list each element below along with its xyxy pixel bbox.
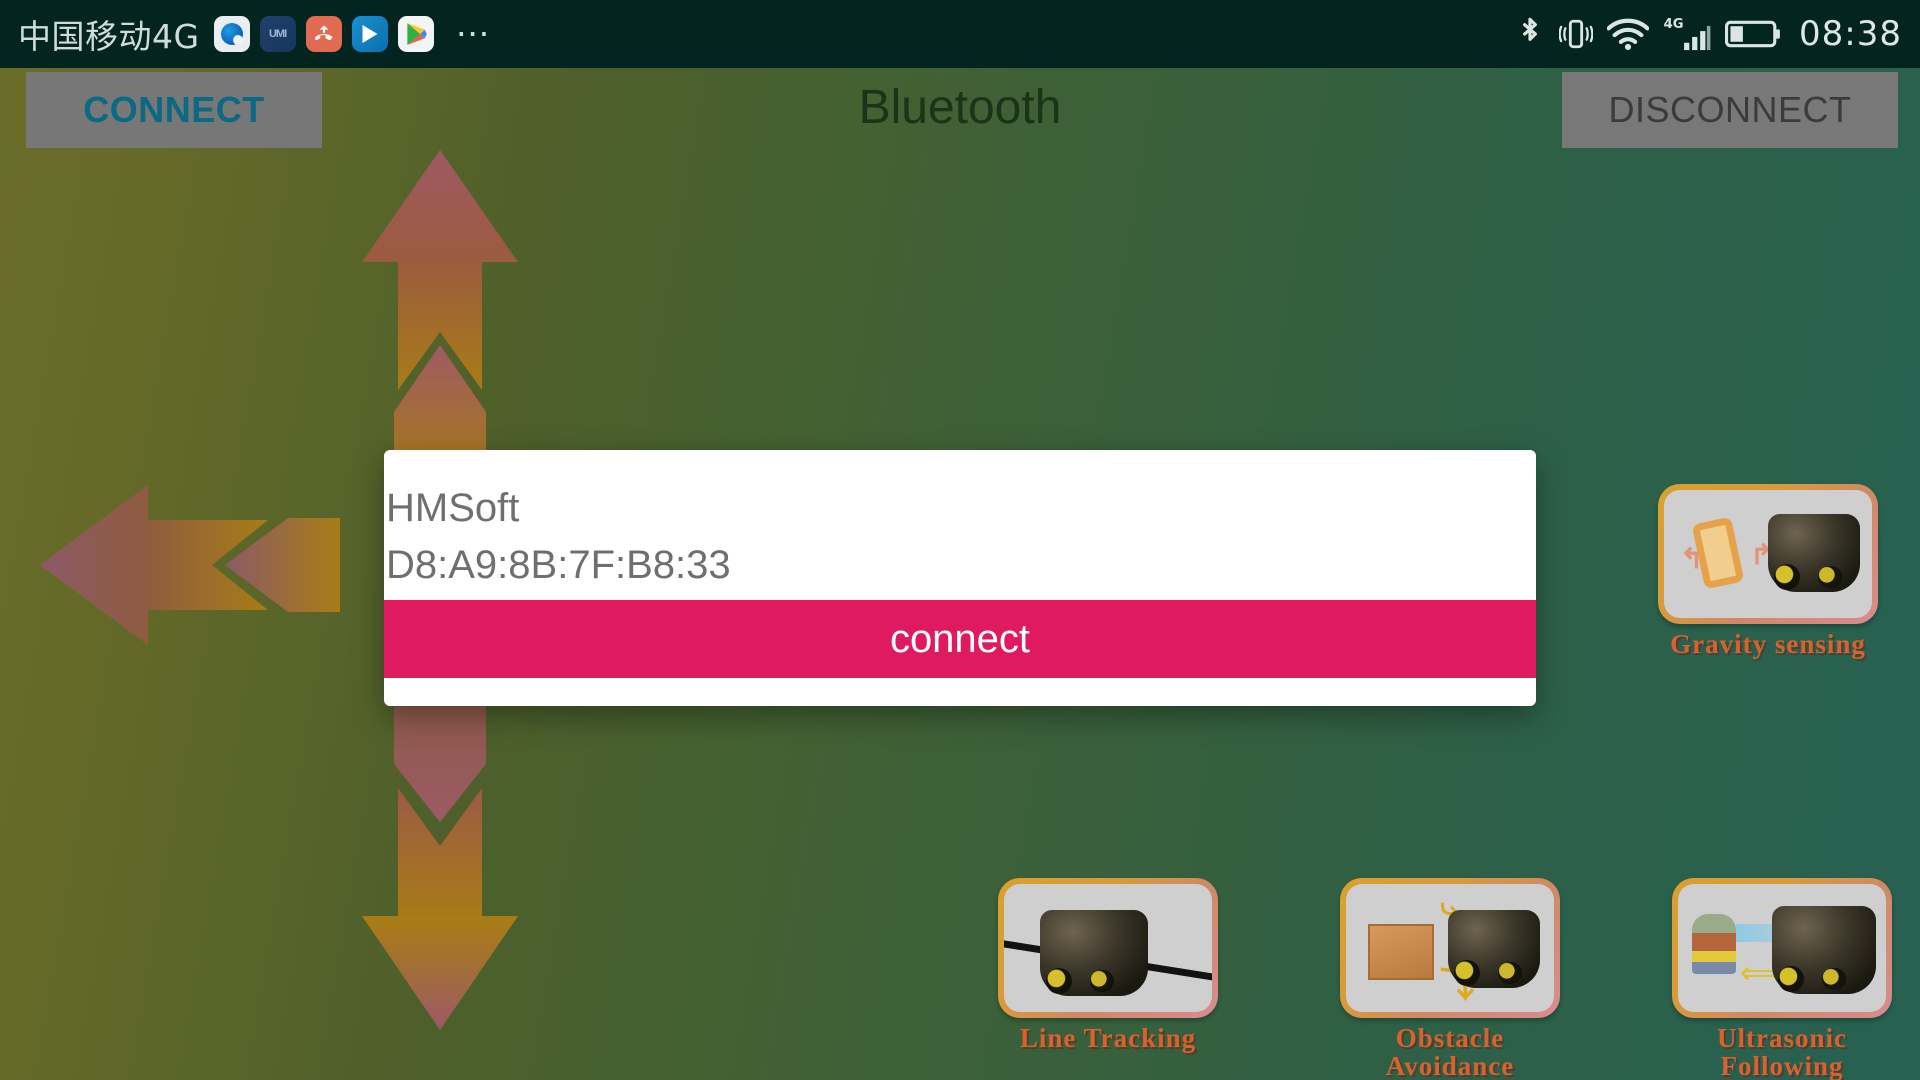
card-label-obstacle-2: Avoidance <box>1385 1051 1515 1080</box>
status-bar: 中国移动4G UMI ⋯ 4G 08:38 <box>0 0 1920 68</box>
card-label-ultra-1: Ultrasonic <box>1717 1023 1847 1053</box>
arrow-left-control[interactable] <box>40 480 340 650</box>
robot-icon <box>1772 906 1876 994</box>
card-label-gravity: Gravity sensing <box>1670 629 1866 659</box>
robot-icon <box>1040 910 1148 996</box>
browser-icon <box>213 16 250 52</box>
device-address-label: D8:A9:8B:7F:B8:33 <box>386 543 731 587</box>
card-obstacle-avoidance[interactable]: ⤷ ⤵ Obstacle Avoidance <box>1340 878 1560 1080</box>
card-label-ultra-2: Following <box>1720 1051 1844 1080</box>
missed-call-icon <box>305 16 342 52</box>
play-store-icon <box>397 16 434 52</box>
card-gravity-sensing[interactable]: ↰ ↱ Gravity sensing <box>1658 484 1878 658</box>
card-image: ⤷ ⤵ <box>1346 884 1554 1012</box>
card-label-line: Line Tracking <box>1019 1023 1197 1053</box>
card-image: ⟸ <box>1678 884 1886 1012</box>
video-player-icon <box>351 16 388 52</box>
box-icon <box>1368 924 1434 980</box>
card-ultrasonic-following[interactable]: ⟸ Ultrasonic Following <box>1672 878 1892 1080</box>
arrow-down-control[interactable] <box>360 700 520 1030</box>
card-frame: ⟸ <box>1672 878 1892 1018</box>
card-label-obstacle-1: Obstacle <box>1395 1023 1505 1053</box>
system-status-icons: 4G 08:38 <box>1515 14 1902 54</box>
device-name-label: HMSoft <box>386 486 520 530</box>
arrow-up-control[interactable] <box>360 150 520 480</box>
bluetooth-icon <box>1515 14 1545 54</box>
phone-screen: 中国移动4G UMI ⋯ 4G 08:38 Bluetooth CONNECT … <box>0 0 1920 1080</box>
card-line-tracking[interactable]: Line Tracking <box>998 878 1218 1052</box>
card-image: ↰ ↱ <box>1664 490 1872 618</box>
clock-label: 08:38 <box>1799 14 1902 54</box>
card-frame: ⤷ ⤵ <box>1340 878 1560 1018</box>
card-frame: ↰ ↱ <box>1658 484 1878 624</box>
connect-button[interactable]: CONNECT <box>26 72 322 148</box>
svg-text:4G: 4G <box>1664 17 1684 32</box>
carrier-label: 中国移动4G <box>18 17 200 56</box>
card-image <box>1004 884 1212 1012</box>
overflow-icon[interactable]: ⋯ <box>456 17 492 51</box>
zombie-icon <box>1692 914 1736 974</box>
vibrate-icon <box>1559 15 1594 53</box>
cellular-4g-icon: 4G <box>1663 15 1711 53</box>
notification-icons: UMI ⋯ <box>213 16 492 52</box>
disconnect-button[interactable]: DISCONNECT <box>1562 72 1898 148</box>
umi-icon: UMI <box>259 16 296 52</box>
dialog-connect-button[interactable]: connect <box>384 600 1536 678</box>
wifi-icon <box>1607 17 1650 51</box>
robot-icon <box>1448 910 1540 988</box>
card-frame <box>998 878 1218 1018</box>
bluetooth-device-dialog: HMSoft D8:A9:8B:7F:B8:33 connect <box>384 450 1536 706</box>
robot-icon <box>1768 514 1860 592</box>
battery-icon <box>1725 19 1781 49</box>
rotate-left-icon: ↰ <box>1680 543 1704 574</box>
